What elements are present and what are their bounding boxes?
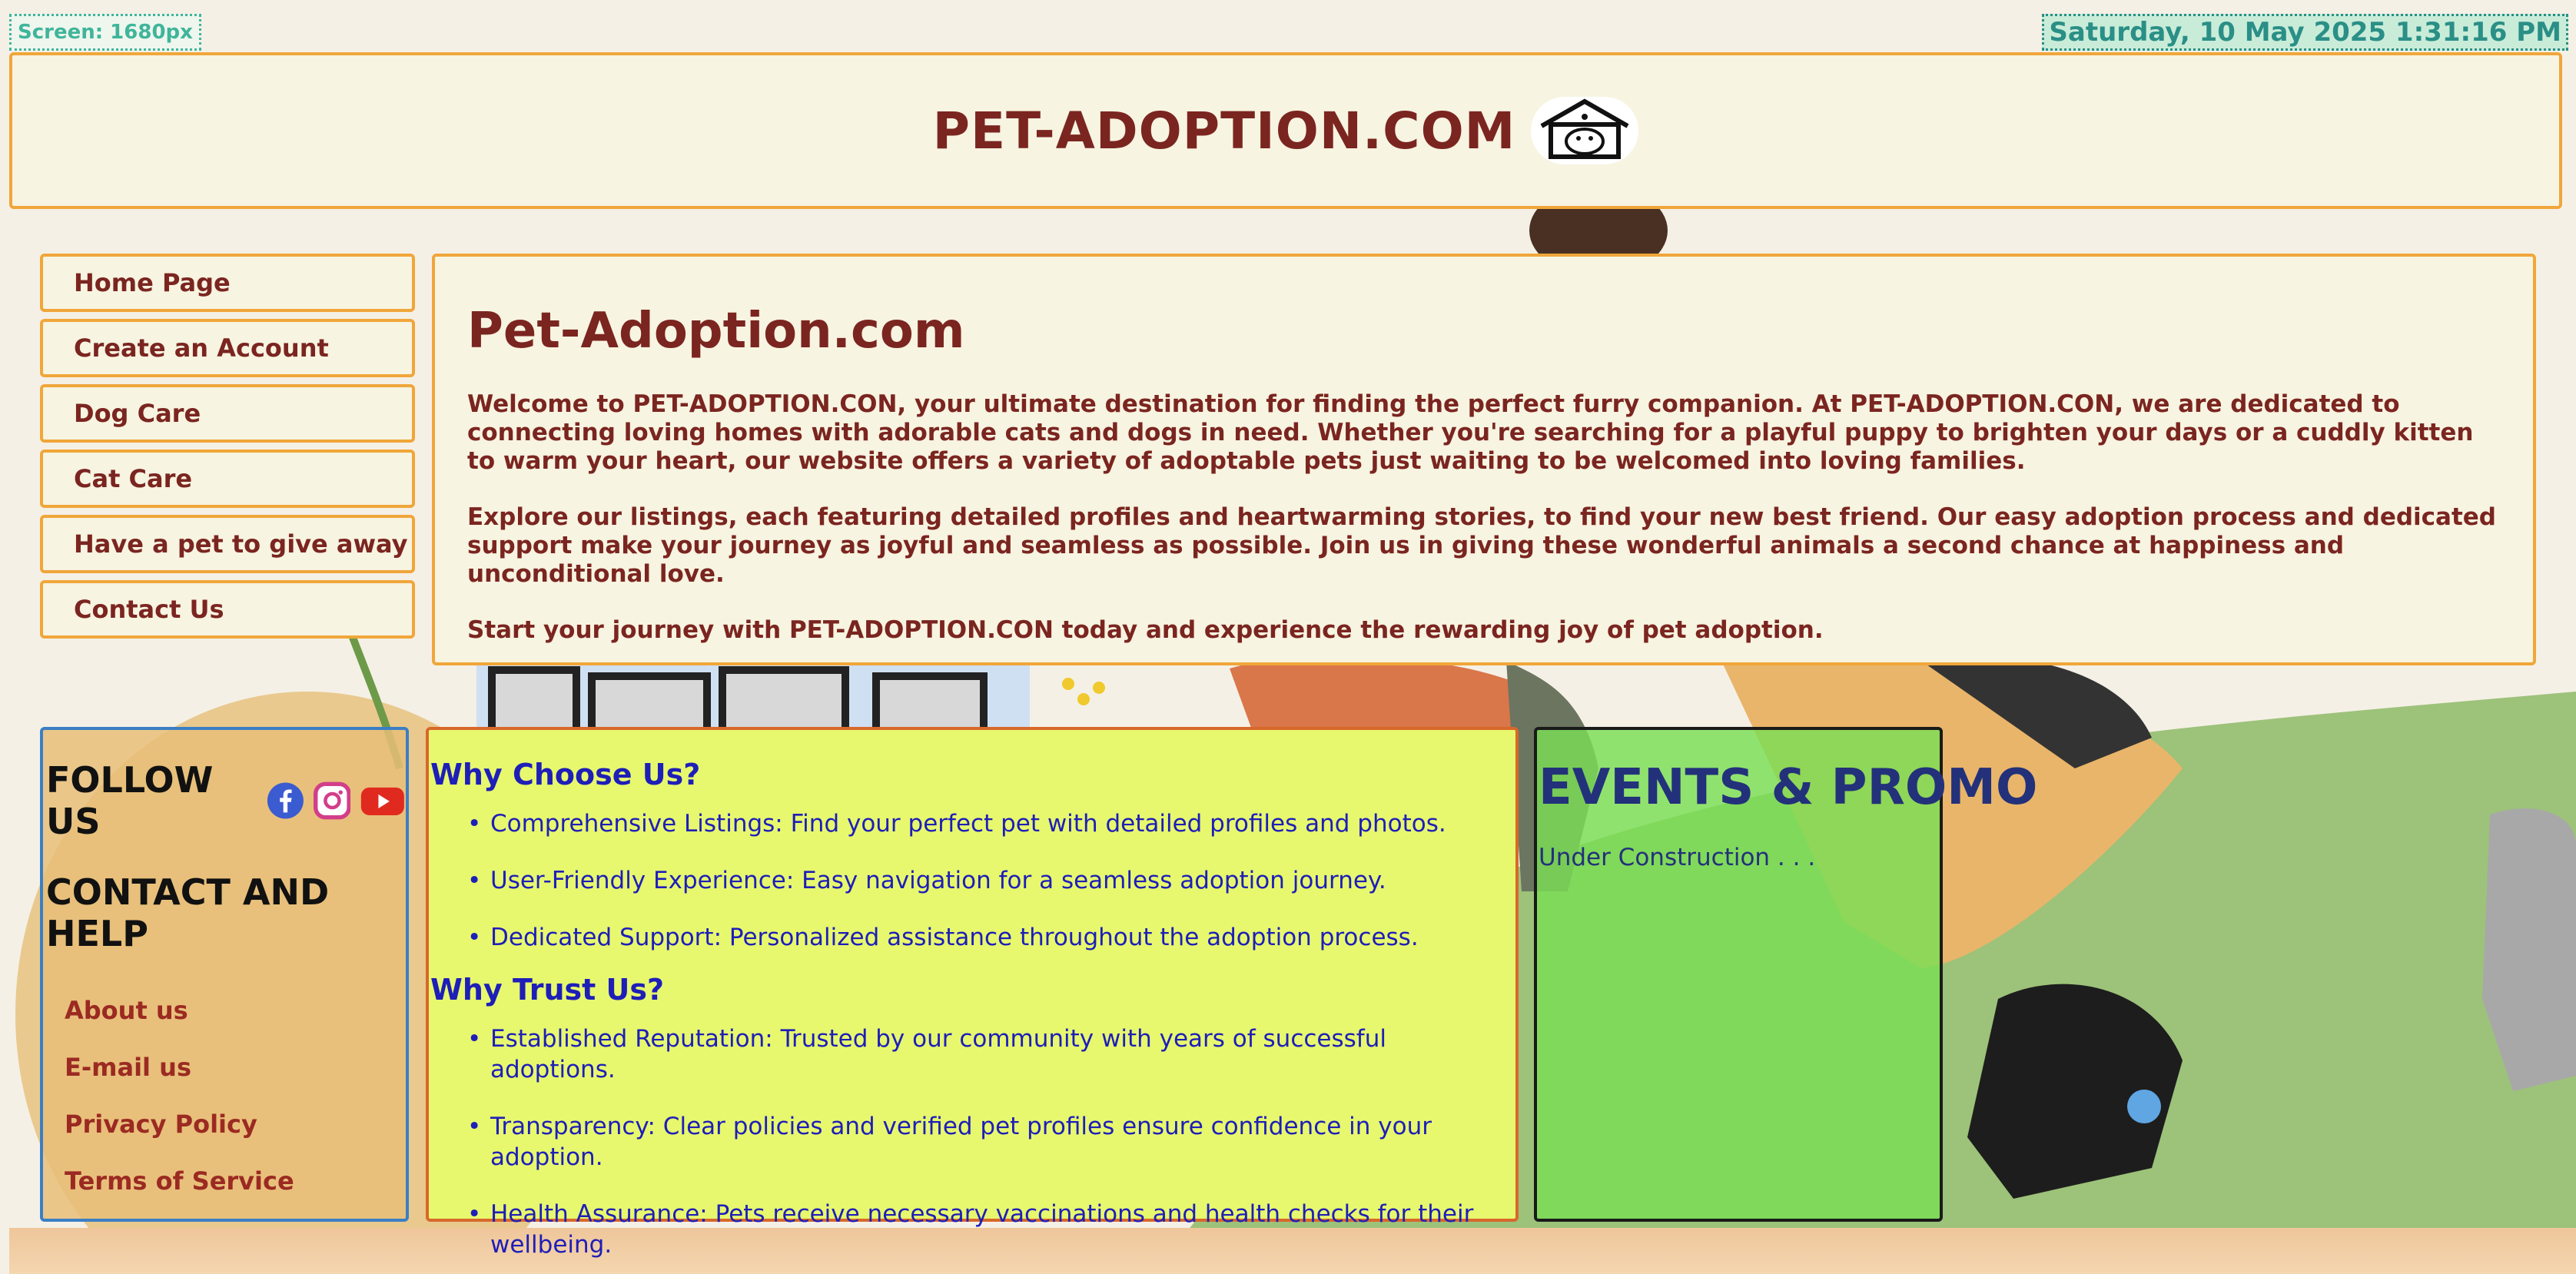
events-promo-panel: EVENTS & PROMO Under Construction . . . [1534,727,2038,1222]
follow-us-title: FOLLOW US [46,759,214,842]
about-us-link[interactable]: About us [65,996,406,1025]
nav-give-away-pet[interactable]: Have a pet to give away [40,515,415,573]
nav-cat-care[interactable]: Cat Care [40,450,415,508]
list-item: User-Friendly Experience: Easy navigatio… [467,865,1515,896]
instagram-icon[interactable] [313,780,351,821]
list-item: Established Reputation: Trusted by our c… [467,1024,1515,1085]
list-item: Health Assurance: Pets receive necessary… [467,1199,1515,1260]
why-choose-heading: Why Choose Us? [430,758,701,791]
nav-dog-care[interactable]: Dog Care [40,384,415,443]
datetime-display: Saturday, 10 May 2025 1:31:16 PM [2042,14,2568,51]
events-status-text: Under Construction . . . [1539,844,1816,871]
contact-help-title: CONTACT AND HELP [46,871,330,954]
intro-panel: Pet-Adoption.com Welcome to PET-ADOPTION… [432,254,2536,665]
intro-paragraph: Start your journey with PET-ADOPTION.CON… [467,616,1824,644]
intro-paragraph: Explore our listings, each featuring det… [467,503,2496,588]
intro-heading: Pet-Adoption.com [467,303,965,360]
intro-paragraph: Welcome to PET-ADOPTION.CON, your ultima… [467,390,2474,475]
youtube-icon[interactable] [360,780,406,821]
why-choose-list: Comprehensive Listings: Find your perfec… [430,808,1515,953]
why-choose-panel: Why Choose Us? Comprehensive Listings: F… [426,727,1519,1259]
screen-width-badge: Screen: 1680px [9,14,201,51]
nav-create-account[interactable]: Create an Account [40,319,415,377]
list-item: Dedicated Support: Personalized assistan… [467,922,1515,953]
why-trust-list: Established Reputation: Trusted by our c… [430,1024,1515,1260]
facebook-icon[interactable] [267,780,304,821]
why-trust-heading: Why Trust Us? [430,973,665,1007]
nav-contact-us[interactable]: Contact Us [40,580,415,639]
site-header: PET-ADOPTION.COM [9,52,2562,209]
site-title: PET-ADOPTION.COM [932,101,1516,161]
email-us-link[interactable]: E-mail us [65,1053,406,1082]
privacy-policy-link[interactable]: Privacy Policy [65,1110,406,1139]
follow-contact-panel: FOLLOW US CONTACT AND HELP About us E-ma… [40,727,409,1222]
pet-house-logo-icon [1531,97,1639,164]
list-item: Transparency: Clear policies and verifie… [467,1111,1515,1173]
list-item: Comprehensive Listings: Find your perfec… [467,808,1515,839]
main-nav: Home Page Create an Account Dog Care Cat… [40,254,415,645]
terms-of-service-link[interactable]: Terms of Service [65,1166,406,1196]
events-heading: EVENTS & PROMO [1539,759,2038,816]
nav-home-page[interactable]: Home Page [40,254,415,312]
